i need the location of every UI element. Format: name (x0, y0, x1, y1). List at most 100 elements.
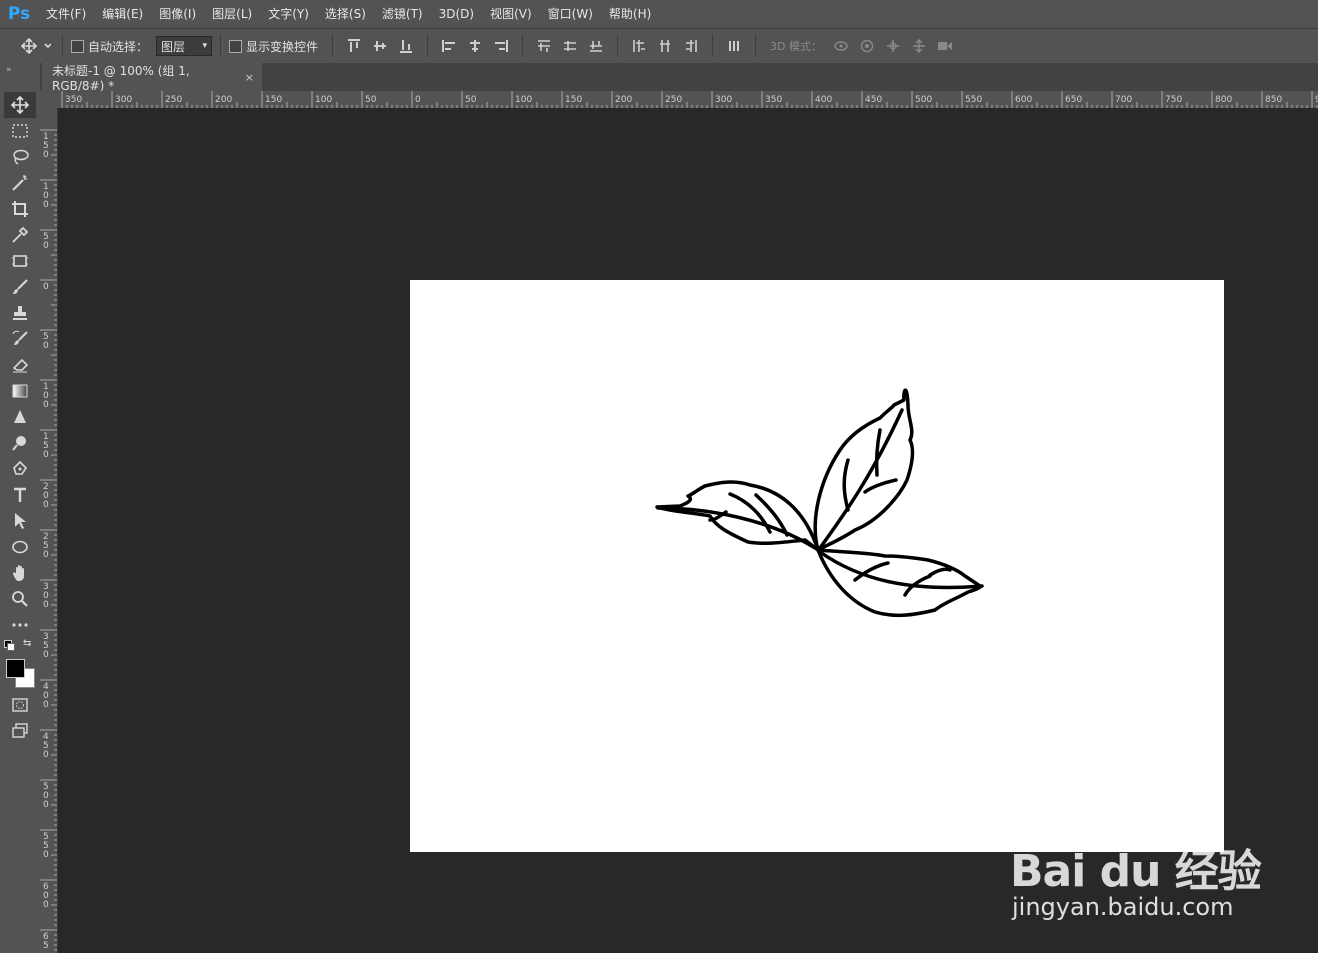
menu-3d[interactable]: 3D(D) (431, 0, 482, 28)
ruler-label: 100 (515, 95, 532, 105)
dodge-tool[interactable] (4, 430, 36, 456)
lasso-tool[interactable] (4, 144, 36, 170)
document-canvas[interactable] (410, 280, 1224, 852)
auto-select-dropdown[interactable]: 图层 ▾ (156, 36, 213, 56)
align-left-icon[interactable] (436, 34, 462, 58)
frame-tool[interactable] (4, 248, 36, 274)
align-hcenter-icon[interactable] (462, 34, 488, 58)
leaf-artwork[interactable] (410, 280, 1224, 852)
menu-view[interactable]: 视图(V) (482, 0, 540, 28)
ruler-label: 0 (43, 341, 49, 351)
path-selection-tool[interactable] (4, 508, 36, 534)
color-swatches: ⇆ (4, 638, 36, 690)
ruler-label: 250 (665, 95, 682, 105)
vertical-ruler[interactable]: 1501005005010015020025030035040045050055… (40, 108, 58, 953)
hand-tool[interactable] (4, 560, 36, 586)
brush-tool[interactable] (4, 274, 36, 300)
move-tool[interactable] (4, 92, 36, 118)
ruler-label: 0 (43, 500, 49, 510)
ruler-label: 300 (715, 95, 732, 105)
menu-bar: Ps 文件(F) 编辑(E) 图像(I) 图层(L) 文字(Y) 选择(S) 滤… (0, 0, 1318, 28)
align-bottom-icon[interactable] (393, 34, 419, 58)
close-icon[interactable]: × (245, 71, 254, 84)
chevron-down-icon: ▾ (202, 41, 208, 51)
eyedropper-tool[interactable] (4, 222, 36, 248)
ruler-label: 0 (43, 600, 49, 610)
screen-mode-icon (12, 723, 28, 738)
distribute-left-icon[interactable] (626, 34, 652, 58)
stamp-icon (13, 306, 27, 320)
marquee-tool[interactable] (4, 118, 36, 144)
quick-mask-tool[interactable] (4, 692, 36, 718)
ruler-label: 0 (43, 650, 49, 660)
ruler-label: 0 (43, 700, 49, 710)
ruler-label: 0 (43, 400, 49, 410)
crop-tool[interactable] (4, 196, 36, 222)
3d-slide-icon[interactable] (906, 34, 932, 58)
align-right-icon[interactable] (488, 34, 514, 58)
3d-roll-icon[interactable] (854, 34, 880, 58)
frame-icon (12, 255, 28, 267)
document-tab-title: 未标题-1 @ 100% (组 1, RGB/8#) * (52, 63, 190, 93)
menu-type[interactable]: 文字(Y) (260, 0, 317, 28)
menu-window[interactable]: 窗口(W) (540, 0, 601, 28)
ellipsis-icon (12, 623, 28, 627)
gradient-tool[interactable] (4, 378, 36, 404)
ruler-label: 0 (43, 200, 49, 210)
panel-collapse-icon[interactable]: » (6, 65, 12, 75)
menu-image[interactable]: 图像(I) (151, 0, 204, 28)
distribute-top-icon[interactable] (531, 34, 557, 58)
distribute-hcenter-icon[interactable] (652, 34, 678, 58)
eraser-tool[interactable] (4, 352, 36, 378)
move-tool-preset-icon[interactable] (18, 34, 54, 58)
3d-camera-icon[interactable] (932, 34, 958, 58)
menu-layer[interactable]: 图层(L) (204, 0, 260, 28)
menu-edit[interactable]: 编辑(E) (94, 0, 151, 28)
ruler-label: 0 (43, 241, 49, 251)
default-colors-icon[interactable] (4, 640, 15, 651)
menu-file[interactable]: 文件(F) (38, 0, 94, 28)
ruler-corner[interactable] (40, 91, 58, 108)
menu-select[interactable]: 选择(S) (317, 0, 374, 28)
distribute-bottom-icon[interactable] (583, 34, 609, 58)
blur-tool[interactable] (4, 404, 36, 430)
screen-mode-tool[interactable] (4, 718, 36, 744)
3d-pan-icon[interactable] (880, 34, 906, 58)
more-tools[interactable] (4, 612, 36, 638)
ruler-label: 300 (115, 95, 132, 105)
ruler-label: 100 (315, 95, 332, 105)
distribute-right-icon[interactable] (678, 34, 704, 58)
zoom-icon (12, 591, 28, 607)
pen-tool[interactable] (4, 456, 36, 482)
ruler-label: 850 (1265, 95, 1282, 105)
history-brush-tool[interactable] (4, 326, 36, 352)
align-vcenter-icon[interactable] (367, 34, 393, 58)
type-tool[interactable] (4, 482, 36, 508)
auto-select-checkbox[interactable] (71, 39, 84, 53)
magic-wand-tool[interactable] (4, 170, 36, 196)
align-top-icon[interactable] (341, 34, 367, 58)
document-tab[interactable]: 未标题-1 @ 100% (组 1, RGB/8#) * × (42, 63, 262, 93)
3d-mode-label: 3D 模式： (770, 40, 822, 53)
horizontal-ruler[interactable]: 350 300 250 200 150 100 50 0 50 100 150 200 250 300 35… (58, 91, 1318, 109)
ruler-label: 50 (465, 95, 477, 105)
menu-help[interactable]: 帮助(H) (601, 0, 659, 28)
watermark-brand: Bai du 经验 (1010, 846, 1262, 897)
show-transform-checkbox[interactable] (229, 39, 243, 53)
zoom-tool[interactable] (4, 586, 36, 612)
ruler-label: 0 (43, 900, 49, 910)
ruler-label: 0 (43, 450, 49, 460)
auto-align-icon[interactable] (721, 34, 747, 58)
distribute-vcenter-icon[interactable] (557, 34, 583, 58)
foreground-color-swatch[interactable] (6, 659, 25, 678)
menu-filter[interactable]: 滤镜(T) (374, 0, 431, 28)
ellipse-tool[interactable] (4, 534, 36, 560)
3d-orbit-icon[interactable] (828, 34, 854, 58)
horizontal-ruler-ticks: 350 300 250 200 150 100 50 0 50 100 150 200 250 300 35… (61, 91, 1318, 108)
ruler-label: 150 (265, 95, 282, 105)
swap-colors-icon[interactable]: ⇆ (23, 638, 31, 649)
watermark-url: jingyan.baidu.com (1012, 893, 1234, 921)
stamp-tool[interactable] (4, 300, 36, 326)
ruler-label: 0 (43, 282, 49, 292)
blur-drop-icon (14, 410, 26, 423)
